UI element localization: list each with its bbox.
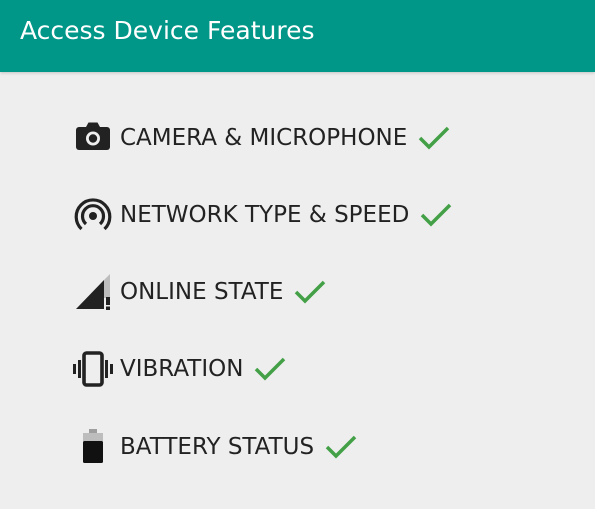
feature-label: CAMERA & MICROPHONE xyxy=(120,125,408,151)
check-icon xyxy=(419,126,450,150)
check-icon xyxy=(255,357,286,381)
network-icon xyxy=(74,198,112,231)
feature-label: BATTERY STATUS xyxy=(120,434,315,460)
check-icon xyxy=(325,435,357,459)
feature-label: ONLINE STATE xyxy=(120,279,284,305)
feature-label: VIBRATION xyxy=(120,356,244,382)
vibration-icon xyxy=(73,351,113,387)
feature-network-type-speed: NETWORK TYPE & SPEED xyxy=(72,194,453,236)
feature-online-state: ONLINE STATE xyxy=(72,271,327,313)
feature-list: CAMERA & MICROPHONE NETWORK TYPE & SPEED… xyxy=(0,0,595,509)
feature-battery-status: BATTERY STATUS xyxy=(72,426,358,468)
check-icon xyxy=(295,280,326,304)
camera-icon xyxy=(76,122,110,150)
feature-label: NETWORK TYPE & SPEED xyxy=(120,202,410,228)
feature-camera-microphone: CAMERA & MICROPHONE xyxy=(72,117,451,159)
feature-vibration: VIBRATION xyxy=(72,348,287,390)
battery-icon xyxy=(83,429,103,463)
check-icon xyxy=(421,203,452,227)
signal-alert-icon xyxy=(76,274,110,310)
